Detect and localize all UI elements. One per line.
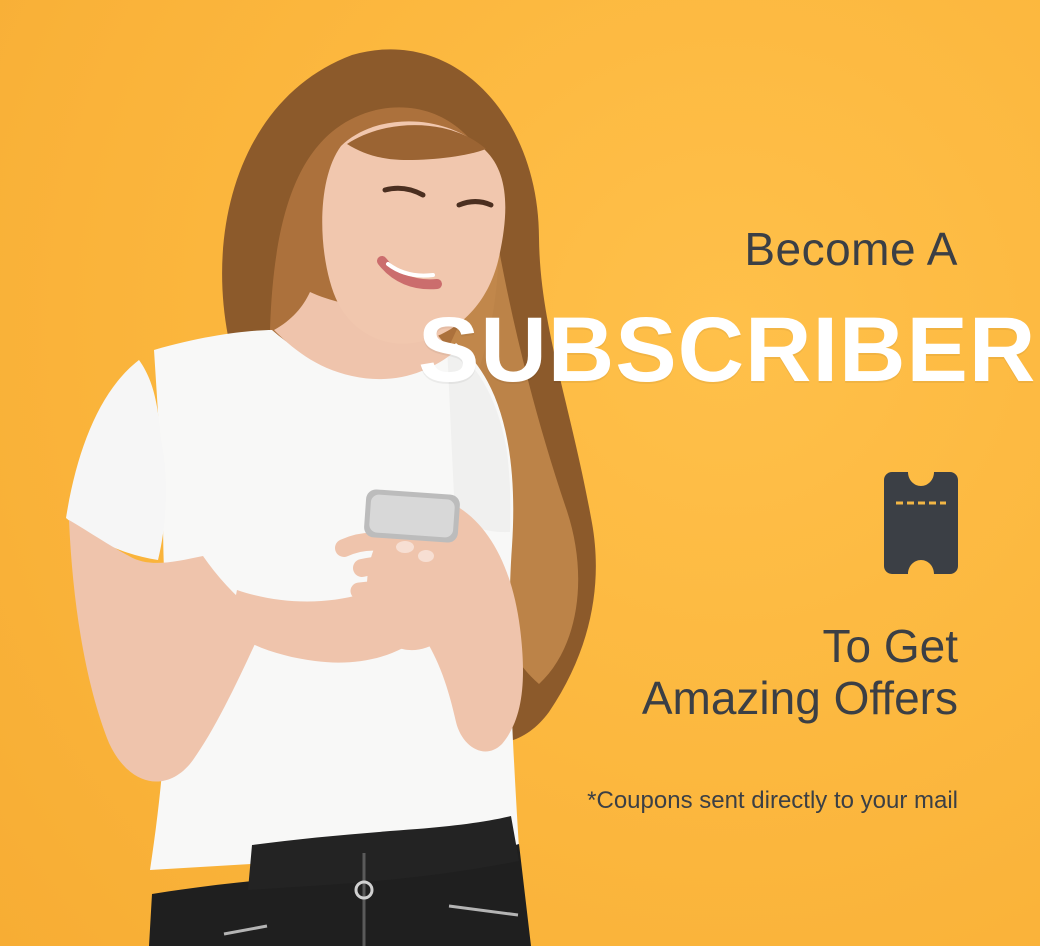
offer-line-2: Amazing Offers (641, 672, 958, 724)
coupon-note: *Coupons sent directly to your mail (587, 787, 958, 814)
headline-main: SUBSCRIBER (418, 299, 1037, 401)
offers-text: To Get Amazing Offers (418, 620, 958, 724)
offer-line-1: To Get (822, 620, 958, 672)
ticket-icon (884, 472, 958, 574)
subscribe-banner: Become A SUBSCRIBER To Get Amazing Offer… (0, 0, 1040, 946)
headline-group: Become A SUBSCRIBER (418, 222, 1037, 401)
headline-top: Become A (744, 223, 958, 275)
